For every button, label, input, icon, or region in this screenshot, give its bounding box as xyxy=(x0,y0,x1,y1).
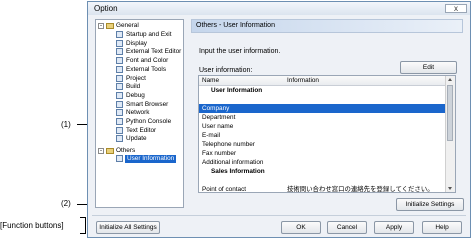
intro-text: Input the user information. xyxy=(199,48,281,55)
panel-title: Others - User Information xyxy=(196,22,275,29)
tree-item-label: Display xyxy=(126,39,147,47)
grid-cell-name: Company xyxy=(202,105,230,112)
grid-row[interactable]: Point of contact 技術問い合わせ窓口の連絡先を登録してください。 xyxy=(199,185,446,193)
close-icon: x xyxy=(454,4,458,13)
tree-item-label: External Tools xyxy=(126,65,167,73)
grid-row[interactable]: E-mail xyxy=(199,131,446,140)
grid-row[interactable]: Department xyxy=(199,113,446,122)
initialize-all-settings-label: Initialize All Settings xyxy=(99,224,157,231)
user-info-label: User information: xyxy=(199,67,253,74)
footer-separator xyxy=(92,215,466,216)
page-icon xyxy=(116,118,123,125)
tree-node-others[interactable]: - Others xyxy=(96,147,182,155)
cancel-button[interactable]: Cancel xyxy=(327,221,367,234)
grid-cell-name: Sales Information xyxy=(211,168,265,175)
grid-row[interactable] xyxy=(199,95,446,104)
annotation-bracket xyxy=(80,217,86,234)
grid-cell-name: Telephone number xyxy=(202,141,255,148)
tree-item-label: Font and Color xyxy=(126,57,169,65)
page-icon xyxy=(116,126,123,134)
tree-item-label: Python Console xyxy=(126,118,172,125)
category-tree[interactable]: - General Startup and Exit Display Externa… xyxy=(95,19,184,208)
annotation-2: (2) xyxy=(61,199,71,208)
tree-item-label: Project xyxy=(126,74,146,82)
edit-button-label: Edit xyxy=(422,64,435,71)
cancel-button-label: Cancel xyxy=(336,224,358,231)
user-information-grid[interactable]: Name Information User Information Company… xyxy=(198,75,456,193)
page-icon xyxy=(116,65,123,73)
grid-cell-name: User Information xyxy=(211,87,263,94)
grid-row[interactable]: Company xyxy=(199,104,446,113)
tree-item-label: Smart Browser xyxy=(126,100,169,108)
grid-group-row[interactable]: Sales Information xyxy=(199,167,446,176)
dialog-titlebar: Option xyxy=(88,2,470,15)
column-header-information[interactable]: Information xyxy=(287,76,319,85)
grid-cell-name: User name xyxy=(202,123,234,130)
column-header-name[interactable]: Name xyxy=(202,76,219,85)
grid-cell-information: 技術問い合わせ窓口の連絡先を登録してください。 xyxy=(287,186,434,193)
grid-row[interactable]: Additional information xyxy=(199,158,446,167)
collapse-toggle-icon[interactable]: - xyxy=(98,148,104,154)
dialog-title: Option xyxy=(94,4,118,13)
initialize-all-settings-button[interactable]: Initialize All Settings xyxy=(96,221,160,234)
grid-row[interactable]: Telephone number xyxy=(199,140,446,149)
grid-cell-name: Department xyxy=(202,114,236,121)
page-icon xyxy=(116,91,123,99)
tree-item-label: Startup and Exit xyxy=(126,31,172,38)
grid-cell-name: Additional information xyxy=(202,159,264,166)
tree-node-general[interactable]: - General xyxy=(96,22,182,30)
grid-header-row: Name Information xyxy=(199,76,446,86)
page-icon xyxy=(116,135,123,143)
folder-icon xyxy=(106,148,114,154)
grid-row[interactable] xyxy=(199,176,446,185)
ok-button[interactable]: OK xyxy=(281,221,321,234)
grid-row[interactable]: User name xyxy=(199,122,446,131)
initialize-settings-label: Initialize Settings xyxy=(405,201,455,208)
page-icon xyxy=(116,31,123,38)
tree-item-label: Network xyxy=(126,109,150,117)
close-button[interactable]: x xyxy=(445,4,467,13)
tree-item-label: Update xyxy=(126,135,147,143)
tree-label-others: Others xyxy=(116,147,136,154)
grid-scrollbar[interactable] xyxy=(445,76,455,192)
page-icon xyxy=(116,155,123,162)
annotation-function-buttons: [Function buttons] xyxy=(0,221,64,230)
page-icon xyxy=(116,57,123,65)
tree-item-label: Text Editor xyxy=(126,126,157,134)
page-icon xyxy=(116,100,123,108)
annotation-1: (1) xyxy=(61,120,71,129)
scroll-up-icon[interactable] xyxy=(448,78,452,81)
apply-button-label: Apply xyxy=(385,224,403,231)
collapse-toggle-icon[interactable]: - xyxy=(98,23,104,29)
scroll-thumb[interactable] xyxy=(447,85,453,141)
panel-header: Others - User Information xyxy=(191,19,463,33)
page-icon xyxy=(116,48,123,56)
grid-group-row[interactable]: User Information xyxy=(199,86,446,95)
help-button-label: Help xyxy=(435,224,449,231)
edit-button[interactable]: Edit xyxy=(400,61,457,74)
grid-row[interactable]: Fax number xyxy=(199,149,446,158)
page-icon xyxy=(116,109,123,117)
tree-item-label: Build xyxy=(126,83,141,91)
grid-cell-name: Fax number xyxy=(202,150,237,157)
help-button[interactable]: Help xyxy=(422,221,462,234)
folder-icon xyxy=(106,23,114,29)
tree-item-label: Debug xyxy=(126,91,145,99)
apply-button[interactable]: Apply xyxy=(374,221,414,234)
tree-label-user-information: User Information xyxy=(125,155,177,163)
ok-button-label: OK xyxy=(296,224,306,231)
grid-cell-name: E-mail xyxy=(202,132,221,139)
scroll-down-icon[interactable] xyxy=(448,187,452,190)
page-icon xyxy=(116,39,123,47)
page-icon xyxy=(116,74,123,82)
page-icon xyxy=(116,83,123,91)
initialize-settings-button[interactable]: Initialize Settings xyxy=(396,198,464,211)
tree-label-general: General xyxy=(116,22,139,29)
tree-item-label: External Text Editor xyxy=(126,48,182,56)
grid-cell-name: Point of contact xyxy=(202,186,247,193)
